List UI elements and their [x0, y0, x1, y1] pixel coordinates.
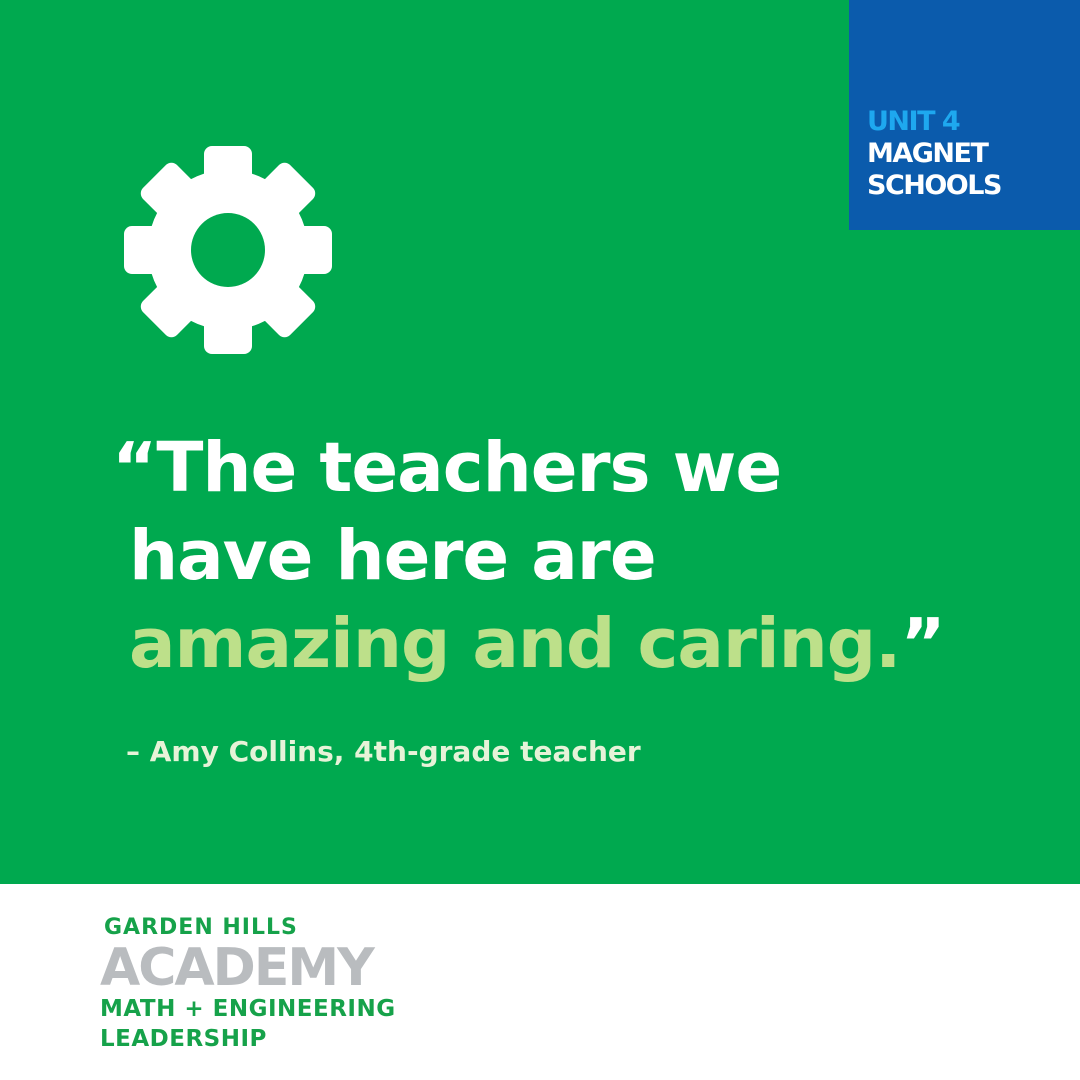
- logo-subtitle-line-2: LEADERSHIP: [100, 1026, 267, 1052]
- logo-subtitle-line-1: MATH + ENGINEERING: [100, 996, 396, 1022]
- unit-badge: UNIT 4 MAGNET SCHOOLS: [849, 0, 1080, 230]
- unit-label: UNIT 4: [867, 106, 961, 137]
- gear-icon: [124, 146, 332, 354]
- school-logo: GARDEN HILLS ACADEMY MATH + ENGINEERING …: [100, 914, 460, 1054]
- series-title-line-2: SCHOOLS: [867, 170, 1002, 201]
- quote-close-mark: ”: [900, 604, 945, 684]
- logo-name: ACADEMY: [100, 938, 375, 998]
- quote-line-3: amazing and caring.”: [112, 600, 946, 688]
- quote-line-1: “The teachers we: [112, 428, 782, 508]
- pull-quote: “The teachers we have here are amazing a…: [112, 424, 946, 688]
- series-title-line-1: MAGNET: [867, 138, 989, 169]
- quote-line-2: have here are: [129, 516, 657, 596]
- quote-highlight: amazing and caring.: [129, 604, 901, 684]
- quote-attribution: – Amy Collins, 4th-grade teacher: [126, 735, 641, 768]
